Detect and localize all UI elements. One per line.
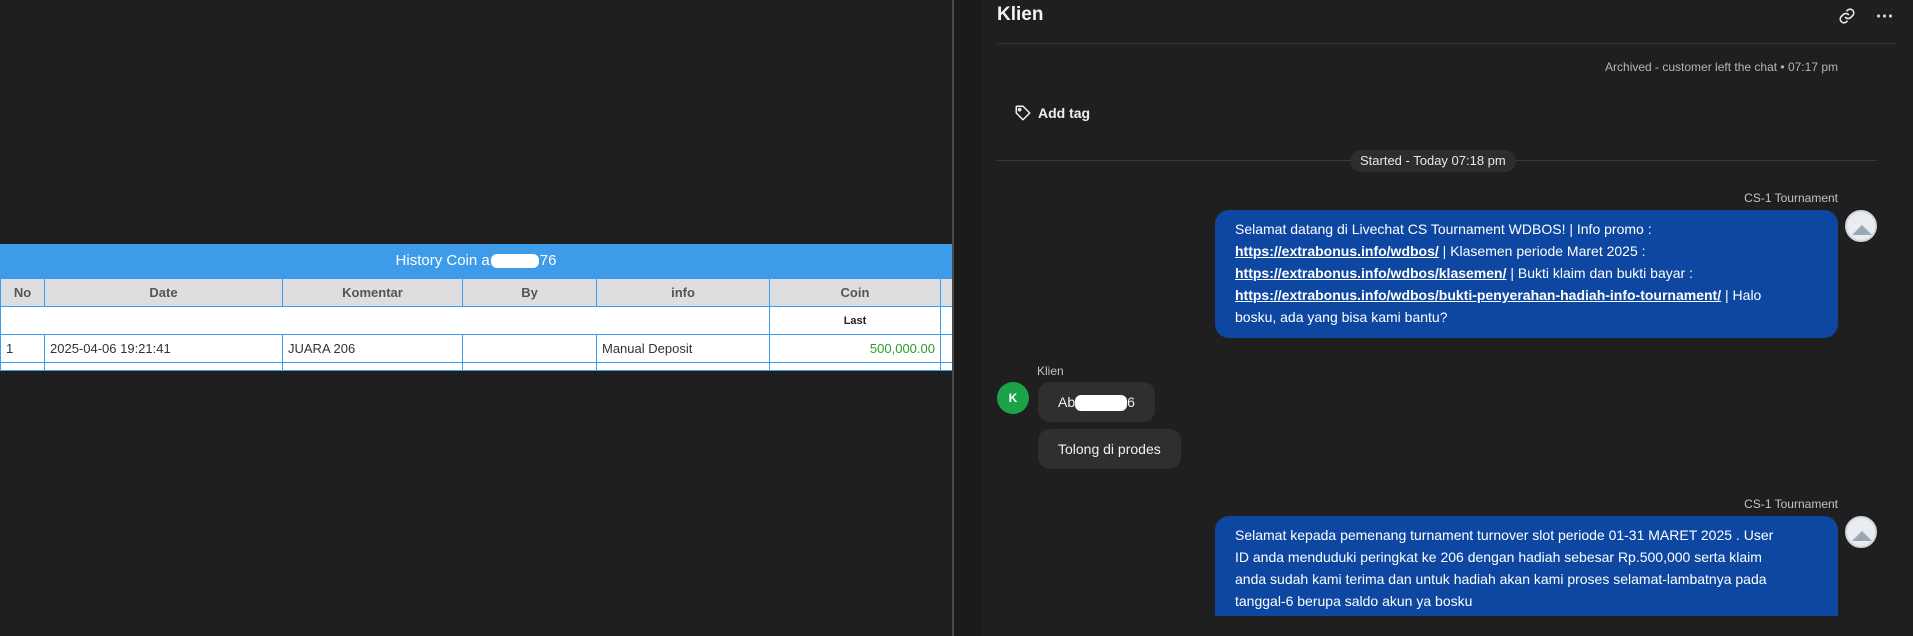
- message-text: 6: [1127, 394, 1135, 410]
- agent-name-label: CS-1 Tournament: [1744, 497, 1838, 511]
- subheader-extra: [940, 306, 953, 335]
- redaction-mark: [490, 254, 539, 269]
- column-header-komentar[interactable]: Komentar: [282, 278, 463, 307]
- history-coin-table: History Coin a 76 No Date Komentar By inf…: [0, 244, 953, 371]
- column-header-info[interactable]: info: [596, 278, 770, 307]
- cell-info: Manual Deposit: [596, 334, 770, 363]
- message-text: Ab: [1058, 394, 1076, 410]
- client-avatar: K: [997, 382, 1029, 414]
- subheader-empty: [0, 306, 770, 335]
- promo-link[interactable]: https://extrabonus.info/wdbos/: [1235, 243, 1439, 259]
- left-pane: History Coin a 76 No Date Komentar By inf…: [0, 0, 953, 636]
- agent-message-bubble: Selamat datang di Livechat CS Tournament…: [1215, 210, 1838, 338]
- add-tag-button[interactable]: Add tag: [1014, 102, 1090, 124]
- bukti-link[interactable]: https://extrabonus.info/wdbos/bukti-peny…: [1235, 287, 1721, 303]
- client-message-bubble: Tolong di prodes: [1038, 429, 1181, 469]
- cell-no: 1: [0, 334, 45, 363]
- more-options-icon[interactable]: ⋯: [1875, 6, 1895, 26]
- archived-status: Archived - customer left the chat • 07:1…: [1605, 60, 1838, 74]
- cell-by: [462, 334, 597, 363]
- partial-cell: [462, 362, 597, 371]
- chat-bottom-mask: [982, 616, 1913, 636]
- message-text: | Halo: [1721, 287, 1762, 303]
- subheader-row: Last: [0, 306, 953, 335]
- chat-started-badge: Started - Today 07:18 pm: [1350, 150, 1516, 172]
- chat-pane: Klien ⋯ Archived - customer left the cha…: [954, 0, 1913, 636]
- partial-cell: [769, 362, 941, 371]
- message-text: anda sudah kami terima dan untuk hadiah …: [1235, 571, 1767, 587]
- message-text: | Klasemen periode Maret 2025 :: [1438, 243, 1646, 259]
- message-text: bosku, ada yang bisa kami bantu?: [1235, 309, 1448, 325]
- redaction-mark: [1075, 395, 1128, 412]
- table-row-partial: [0, 362, 953, 371]
- partial-cell: [282, 362, 463, 371]
- message-text: Selamat datang di Livechat CS Tournament…: [1235, 221, 1652, 237]
- column-header-date[interactable]: Date: [44, 278, 283, 307]
- client-name-label: Klien: [1037, 364, 1064, 378]
- cell-extra: [940, 334, 953, 363]
- subheader-last: Last: [769, 306, 941, 335]
- chat-title: Klien: [997, 4, 1044, 25]
- partial-cell: [0, 362, 45, 371]
- column-header-extra: [940, 278, 953, 307]
- message-text: Selamat kepada pemenang turnament turnov…: [1235, 527, 1774, 543]
- cell-komentar: JUARA 206: [282, 334, 463, 363]
- agent-avatar: [1845, 516, 1877, 548]
- column-header-by[interactable]: By: [462, 278, 597, 307]
- add-tag-label: Add tag: [1038, 105, 1091, 121]
- agent-name-label: CS-1 Tournament: [1744, 191, 1838, 205]
- cell-coin: 500,000.00: [769, 334, 941, 363]
- link-icon[interactable]: [1837, 6, 1857, 26]
- table-header-row: No Date Komentar By info Coin: [0, 278, 953, 307]
- message-text: | Bukti klaim dan bukti bayar :: [1506, 265, 1693, 281]
- cell-date: 2025-04-06 19:21:41: [44, 334, 283, 363]
- table-row[interactable]: 1 2025-04-06 19:21:41 JUARA 206 Manual D…: [0, 334, 953, 363]
- message-text: ID anda menduduki peringkat ke 206 denga…: [1235, 549, 1762, 565]
- history-title: History Coin a 76: [0, 244, 952, 278]
- partial-cell: [940, 362, 953, 371]
- partial-cell: [44, 362, 283, 371]
- tag-icon: [1015, 105, 1031, 121]
- history-title-prefix: History Coin a: [395, 252, 490, 269]
- history-title-suffix: 76: [539, 252, 557, 269]
- client-message-bubble: Ab 6: [1038, 382, 1155, 422]
- partial-cell: [596, 362, 770, 371]
- agent-avatar: [1845, 210, 1877, 242]
- klasemen-link[interactable]: https://extrabonus.info/wdbos/klasemen/: [1235, 265, 1506, 281]
- message-text: tanggal-6 berupa saldo akun ya bosku: [1235, 593, 1473, 609]
- column-header-coin[interactable]: Coin: [769, 278, 941, 307]
- side-strip: [954, 0, 982, 636]
- chat-header: Klien ⋯: [997, 0, 1897, 44]
- column-header-no[interactable]: No: [0, 278, 45, 307]
